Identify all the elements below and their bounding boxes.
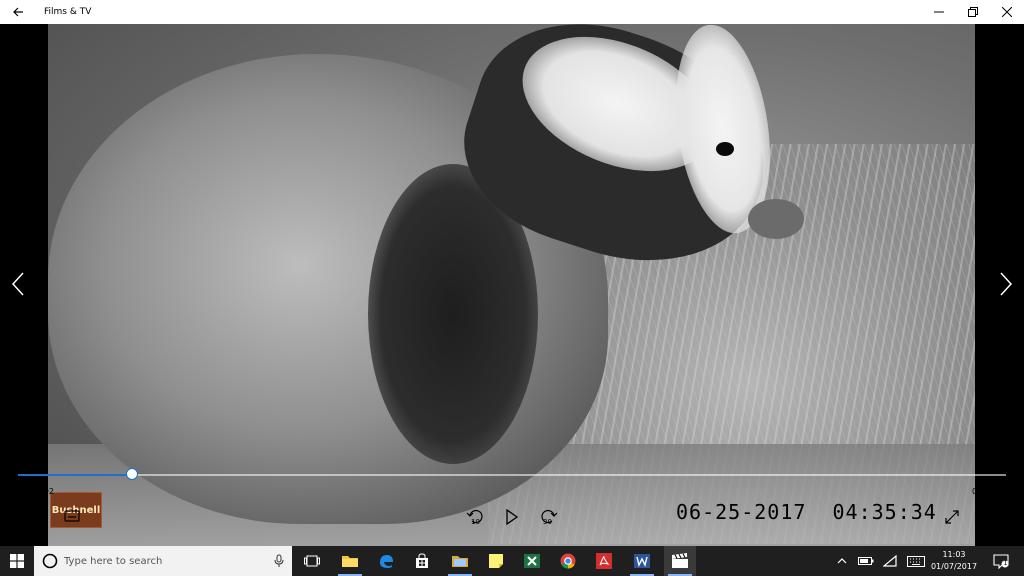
network-button[interactable] <box>880 546 900 576</box>
battery-button[interactable] <box>856 546 876 576</box>
show-hidden-icons-button[interactable] <box>834 546 850 576</box>
taskbar-app-sticky-notes[interactable] <box>480 546 512 576</box>
restore-icon <box>968 7 978 17</box>
taskbar-app-chrome[interactable] <box>552 546 584 576</box>
chevron-right-icon <box>1000 272 1013 296</box>
back-button[interactable] <box>0 0 36 24</box>
speaker-icon <box>26 510 42 524</box>
skip-forward-label: 30 <box>543 518 552 526</box>
folder-picture-icon <box>452 556 468 567</box>
taskbar-clock[interactable]: 11:03 01/07/2017 <box>926 549 982 573</box>
clock-time: 11:03 <box>942 550 966 559</box>
microphone-icon[interactable] <box>274 554 284 568</box>
start-button[interactable] <box>0 546 34 576</box>
notification-count: 1 <box>1003 560 1008 567</box>
captions-icon <box>64 510 80 522</box>
title-bar: Films & TV <box>0 0 1024 24</box>
chevron-up-icon <box>837 558 847 564</box>
skip-forward-button[interactable]: 30 <box>537 506 559 528</box>
taskbar-app-excel[interactable] <box>516 546 548 576</box>
excel-icon <box>524 554 540 568</box>
skip-back-label: 10 <box>471 518 480 526</box>
taskbar-app-acrobat[interactable] <box>588 546 620 576</box>
wifi-icon <box>883 555 897 567</box>
window-title: Films & TV <box>44 7 92 17</box>
more-options-button[interactable] <box>977 506 999 528</box>
folder-icon <box>342 556 358 567</box>
next-button[interactable] <box>994 272 1018 296</box>
clock-date: 01/07/2017 <box>930 562 978 571</box>
volume-button[interactable] <box>24 506 46 528</box>
video-frame[interactable] <box>48 24 975 546</box>
play-button[interactable] <box>501 506 523 528</box>
play-icon <box>506 509 519 525</box>
taskbar-app-edge[interactable] <box>370 546 402 576</box>
close-icon <box>1002 7 1012 17</box>
badger-eye <box>716 142 734 156</box>
close-button[interactable] <box>990 0 1024 24</box>
battery-icon <box>858 557 874 565</box>
seek-bar-progress <box>18 474 132 476</box>
skip-back-button[interactable]: 10 <box>465 506 487 528</box>
word-icon <box>634 554 650 568</box>
action-center-button[interactable]: 1 <box>988 546 1014 576</box>
taskbar-app-folder[interactable] <box>444 546 476 576</box>
video-stage[interactable] <box>0 24 1024 546</box>
back-arrow-icon <box>13 7 23 17</box>
seek-bar[interactable] <box>18 468 1006 480</box>
current-time: 00:00:02 <box>18 487 54 496</box>
taskbar-app-file-explorer[interactable] <box>334 546 366 576</box>
full-screen-button[interactable] <box>941 506 963 528</box>
sticky-note-icon <box>489 554 503 568</box>
touch-keyboard-button[interactable] <box>904 546 928 576</box>
taskbar-app-word[interactable] <box>626 546 658 576</box>
search-placeholder: Type here to search <box>64 555 163 567</box>
restore-button[interactable] <box>956 0 990 24</box>
taskbar-app-store[interactable] <box>406 546 438 576</box>
window-controls <box>922 0 1024 24</box>
taskbar-search-box[interactable]: Type here to search <box>34 546 292 576</box>
chevron-left-icon <box>11 272 24 296</box>
edge-icon <box>380 555 393 568</box>
keyboard-icon <box>907 555 925 567</box>
total-time: 00:00:18 <box>972 487 1008 496</box>
expand-icon <box>945 510 959 524</box>
store-bag-icon <box>416 553 428 568</box>
task-view-icon <box>304 555 320 567</box>
taskbar: Type here to search 11:03 01/07/2017 1 <box>0 546 1024 576</box>
task-view-button[interactable] <box>296 546 328 576</box>
pdf-icon <box>596 553 612 569</box>
captions-button[interactable] <box>61 506 83 528</box>
video-timestamp-overlay: 06-25-2017 04:35:34 <box>676 500 937 524</box>
taskbar-app-films-tv[interactable] <box>664 546 696 576</box>
clapperboard-icon <box>672 553 688 568</box>
ellipsis-icon <box>980 515 996 519</box>
windows-logo-icon <box>10 554 24 568</box>
chrome-icon <box>560 553 576 569</box>
previous-button[interactable] <box>6 272 30 296</box>
cortana-circle-icon <box>42 553 58 569</box>
seek-bar-thumb[interactable] <box>125 468 138 480</box>
minimize-icon <box>934 11 944 13</box>
badger-snout <box>748 199 804 239</box>
minimize-button[interactable] <box>922 0 956 24</box>
